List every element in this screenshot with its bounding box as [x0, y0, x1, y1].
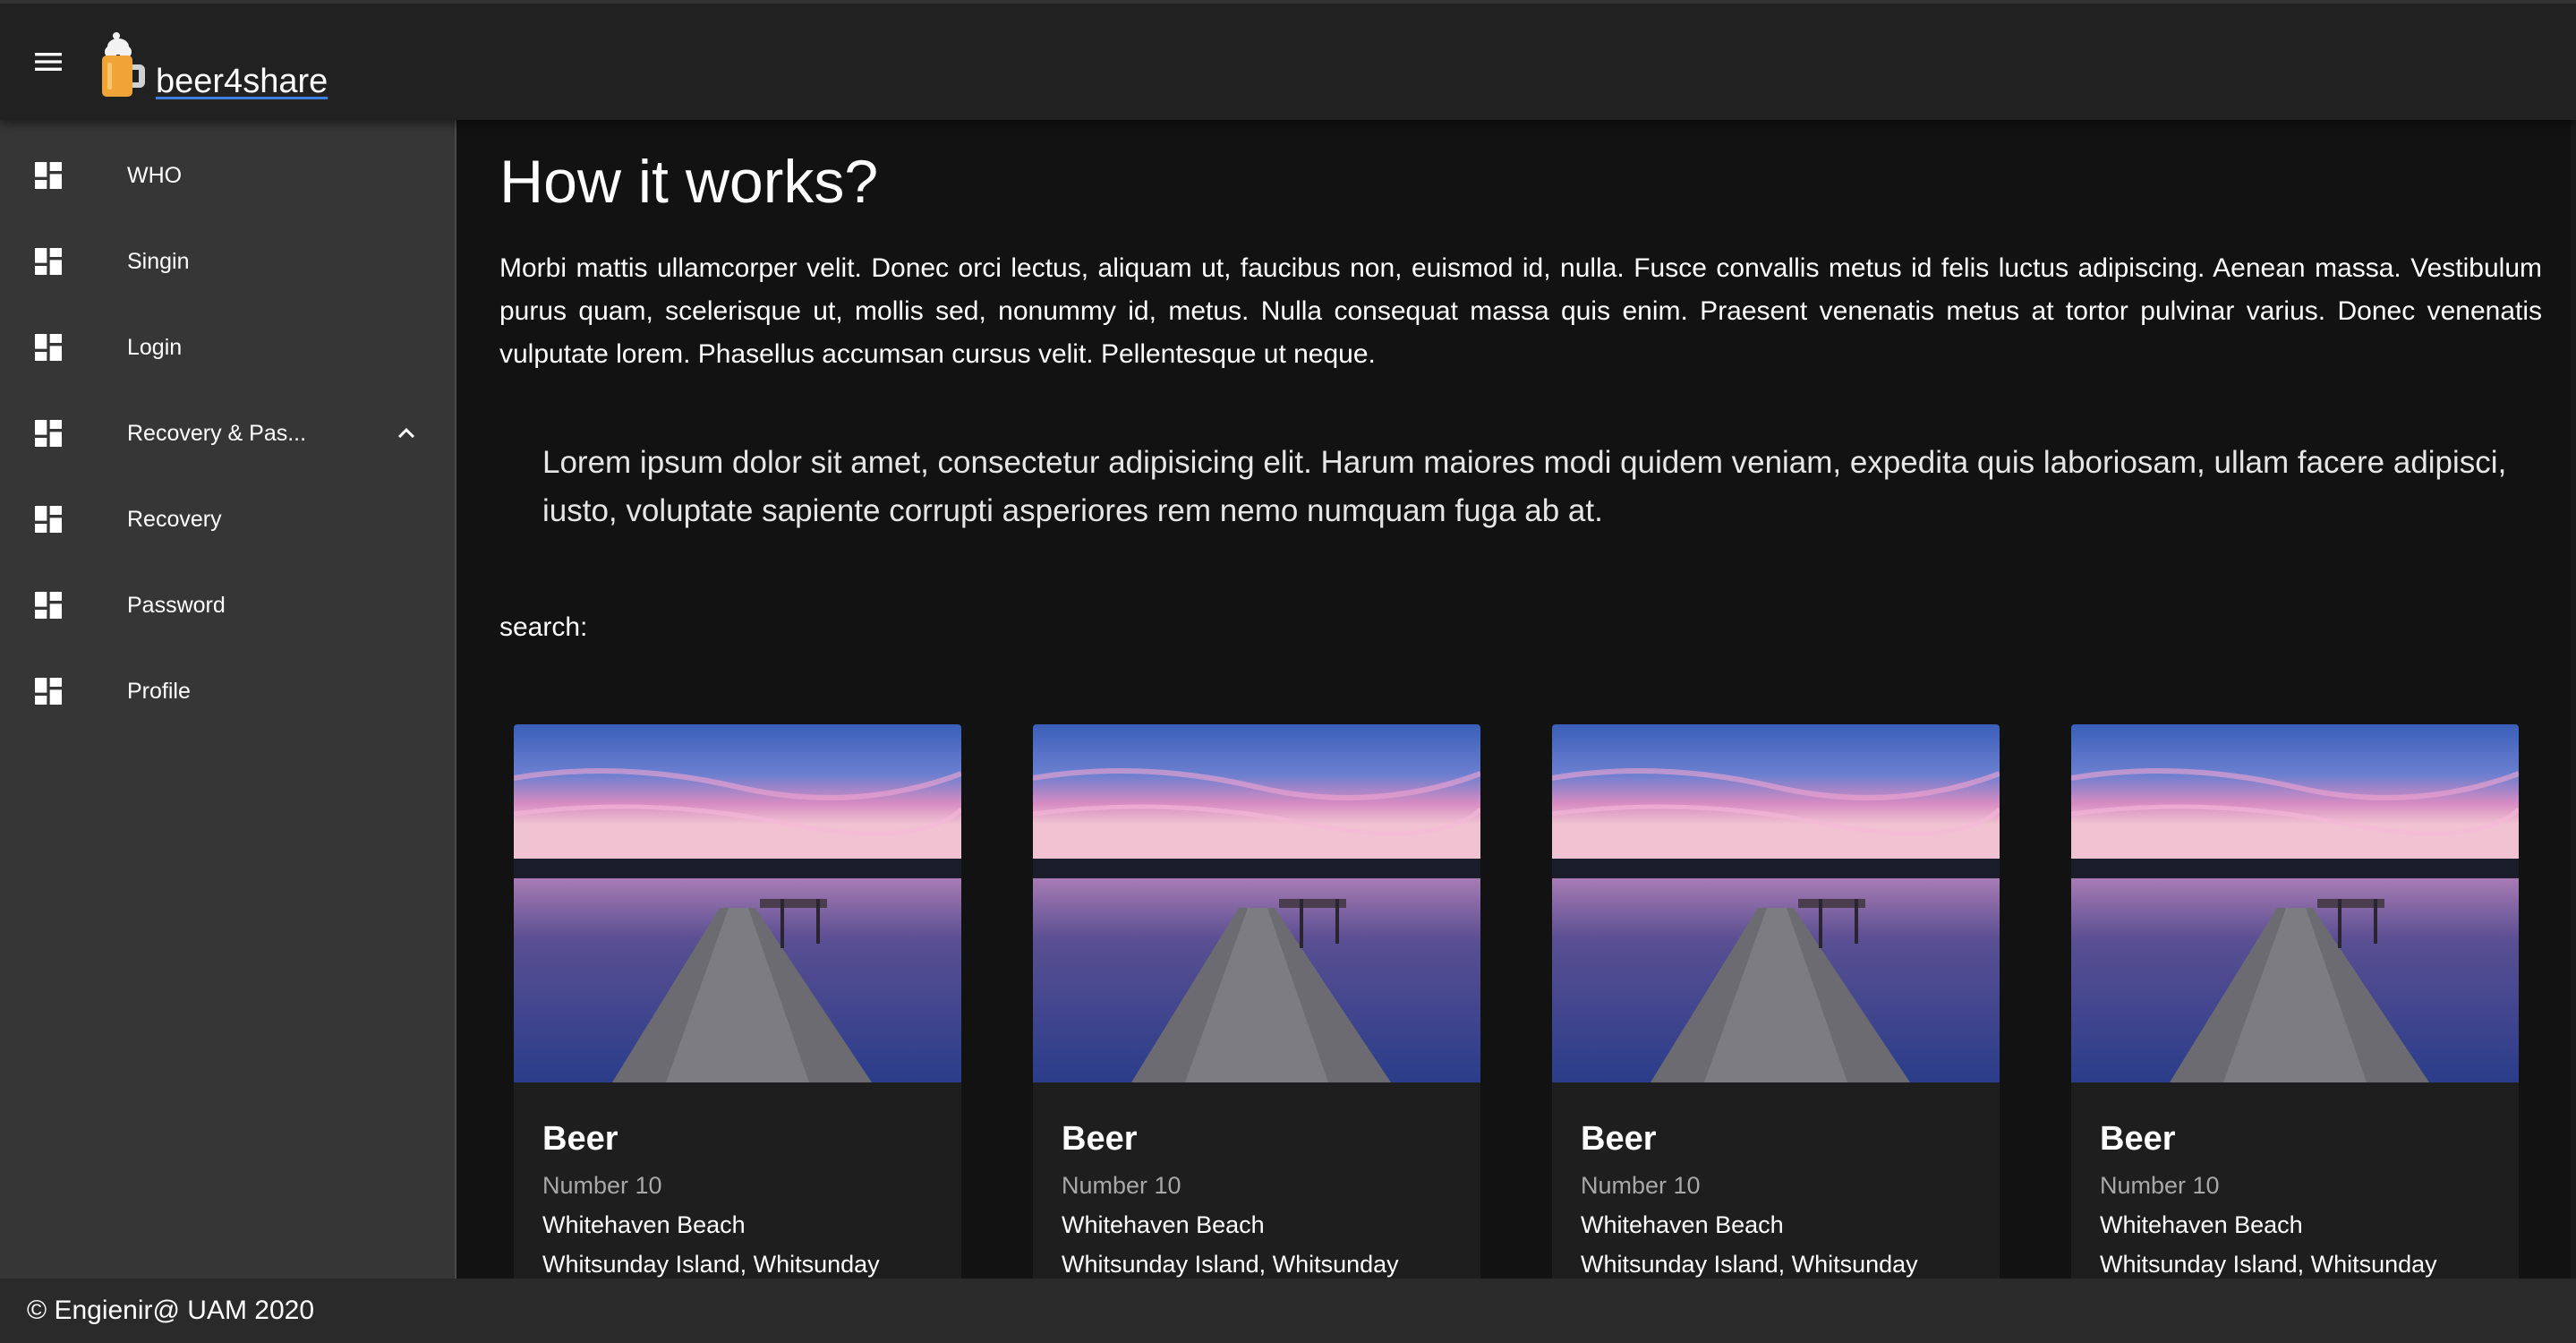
dashboard-icon — [35, 420, 62, 447]
card-text-line: Whitehaven Beach — [2100, 1211, 2303, 1238]
dashboard-icon — [35, 678, 62, 705]
main-content: How it works? Morbi mattis ullamcorper v… — [456, 120, 2576, 1279]
brand: beer4share — [97, 21, 328, 102]
beer-mug-icon — [102, 32, 145, 97]
card-title: Beer — [1062, 1120, 1138, 1158]
sidebar-item-login[interactable]: Login — [0, 304, 455, 390]
card-title: Beer — [1581, 1120, 1657, 1158]
card-title: Beer — [2100, 1120, 2176, 1158]
sidebar-item-label: Recovery — [127, 506, 222, 532]
sidebar-item-label: Singin — [127, 248, 190, 274]
sidebar-item-who[interactable]: WHO — [0, 133, 455, 218]
sidebar-item-recovery-password-group[interactable]: Recovery & Pas... — [0, 390, 455, 476]
beer-card[interactable]: Beer Number 10 Whitehaven Beach Whitsund… — [2071, 724, 2519, 1279]
sidebar-item-profile[interactable]: Profile — [0, 648, 455, 734]
sidebar-item-label: Profile — [127, 678, 191, 704]
card-text-line: Whitehaven Beach — [1581, 1211, 1784, 1238]
dashboard-icon — [35, 506, 62, 533]
sidebar-item-singin[interactable]: Singin — [0, 218, 455, 304]
card-image-pier-sunset — [514, 724, 961, 1082]
card-text-line: Whitsunday Island, Whitsunday — [1062, 1251, 1399, 1278]
dashboard-icon — [35, 592, 62, 619]
sidebar-item-password[interactable]: Password — [0, 562, 455, 648]
chevron-up-icon[interactable] — [390, 417, 422, 449]
sidebar-item-label: Password — [127, 592, 226, 618]
sidebar-item-label: WHO — [127, 162, 183, 188]
card-subtitle: Number 10 — [542, 1172, 662, 1199]
card-text-line: Whitsunday Island, Whitsunday — [542, 1251, 880, 1278]
app-bar: beer4share — [0, 0, 2576, 120]
hamburger-menu-icon — [35, 53, 62, 71]
sidebar-item-label: Recovery & Pas... — [127, 420, 307, 446]
copyright-text: © Engienir@ UAM 2020 — [27, 1296, 315, 1325]
page-title: How it works? — [499, 148, 879, 216]
card-text-line: Whitehaven Beach — [542, 1211, 746, 1238]
scrollbar[interactable] — [2571, 120, 2576, 1279]
search-label: search: — [499, 612, 588, 642]
footer: © Engienir@ UAM 2020 — [0, 1279, 2576, 1343]
card-title: Beer — [542, 1120, 618, 1158]
sidebar-item-recovery[interactable]: Recovery — [0, 476, 455, 562]
card-subtitle: Number 10 — [1062, 1172, 1181, 1199]
beer-card[interactable]: Beer Number 10 Whitehaven Beach Whitsund… — [1552, 724, 2000, 1279]
card-subtitle: Number 10 — [1581, 1172, 1701, 1199]
card-text-line: Whitehaven Beach — [1062, 1211, 1265, 1238]
card-text-line: Whitsunday Island, Whitsunday — [2100, 1251, 2437, 1278]
sidebar-item-label: Login — [127, 334, 183, 360]
card-image-pier-sunset — [1552, 724, 2000, 1082]
blockquote: Lorem ipsum dolor sit amet, consectetur … — [542, 445, 2507, 528]
dashboard-icon — [35, 248, 62, 275]
beer-card[interactable]: Beer Number 10 Whitehaven Beach Whitsund… — [1033, 724, 1480, 1279]
brand-link[interactable]: beer4share — [156, 64, 328, 102]
card-subtitle: Number 10 — [2100, 1172, 2220, 1199]
sidebar: WHO Singin Login Recovery & Pas... Recov… — [0, 120, 456, 1279]
dashboard-icon — [35, 162, 62, 189]
card-image-pier-sunset — [1033, 724, 1480, 1082]
card-text-line: Whitsunday Island, Whitsunday — [1581, 1251, 1918, 1278]
card-image-pier-sunset — [2071, 724, 2519, 1082]
intro-paragraph: Morbi mattis ullamcorper velit. Donec or… — [499, 253, 2542, 369]
hamburger-menu-button[interactable] — [0, 2, 97, 122]
dashboard-icon — [35, 334, 62, 361]
beer-card[interactable]: Beer Number 10 Whitehaven Beach Whitsund… — [514, 724, 961, 1279]
